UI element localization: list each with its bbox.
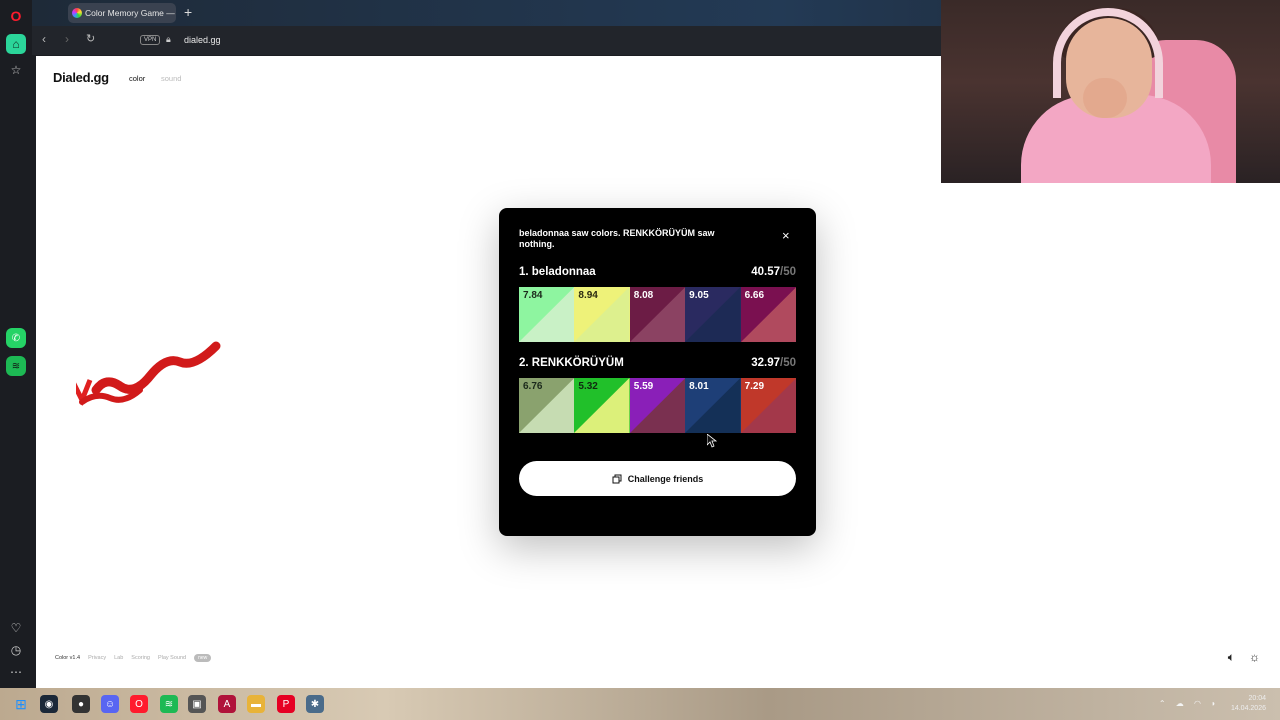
color-swatch: 7.84 — [519, 287, 575, 342]
more-icon[interactable]: ⋯ — [6, 662, 26, 682]
swatch-score: 7.84 — [523, 290, 543, 301]
results-message: beladonnaa saw colors. RENKKÖRÜYÜM saw n… — [519, 228, 715, 249]
home-icon[interactable]: ⌂ — [6, 34, 26, 54]
person-hand — [1083, 78, 1127, 118]
spotify-icon[interactable]: ≋ — [160, 695, 178, 713]
history-icon[interactable]: ◷ — [6, 640, 26, 660]
browser-sidebar: O ⌂ ☆ ✆ ≋ ♡ ◷ ⋯ — [0, 0, 32, 688]
tab-title: Color Memory Game — H — [85, 8, 176, 18]
nav-color-link[interactable]: color — [129, 74, 145, 83]
results-modal: beladonnaa saw colors. RENKKÖRÜYÜM saw n… — [499, 208, 816, 536]
streamer-overlay-logo — [76, 341, 221, 407]
swatch-score: 7.29 — [744, 381, 765, 392]
score-value: 40.57 — [751, 266, 780, 278]
swatch-row: 6.76 5.32 5.59 8.01 7.29 — [519, 378, 796, 433]
color-swatch: 6.76 — [519, 378, 575, 433]
bookmarks-icon[interactable]: ☆ — [6, 60, 26, 80]
player-name: 1. beladonnaa — [519, 266, 596, 278]
page-controls: 🔈︎ ☼ — [1228, 650, 1260, 665]
player-row: 2. RENKKÖRÜYÜM 32.97/50 — [519, 357, 796, 369]
swatch-row: 7.84 8.94 8.08 9.05 6.66 — [519, 287, 796, 342]
score-max: /50 — [780, 266, 796, 278]
footer-lab-link[interactable]: Lab — [114, 655, 123, 661]
discord-icon[interactable]: ☺ — [101, 695, 119, 713]
whatsapp-icon[interactable]: ✆ — [6, 328, 26, 348]
webcam-overlay — [941, 0, 1280, 183]
reload-icon[interactable]: ↻ — [86, 32, 95, 45]
pinterest-icon[interactable]: P — [277, 695, 295, 713]
chevron-right-icon[interactable]: › — [65, 32, 69, 46]
lock-icon[interactable]: 🔒︎ — [166, 34, 171, 45]
player-name: 2. RENKKÖRÜYÜM — [519, 357, 624, 369]
taskbar: ⊞ ◉ ● ☺ O ≋ ▣ A ▬ P ✱ ⌃ ☁ ◠ ◗ 20:04 14.0… — [0, 688, 1280, 720]
screen: O ⌂ ☆ ✆ ≋ ♡ ◷ ⋯ Color Memory Game — H + … — [0, 0, 1280, 720]
score-value: 32.97 — [751, 357, 780, 369]
volume-icon[interactable]: 🔈︎ — [1228, 650, 1235, 665]
copy-icon — [612, 474, 622, 483]
sun-icon[interactable]: ☼ — [1249, 650, 1260, 665]
color-swatch: 7.29 — [740, 378, 796, 433]
color-swatch: 8.94 — [574, 287, 630, 342]
site-logo[interactable]: Dialed.gg — [53, 70, 109, 85]
swatch-score: 5.32 — [578, 381, 598, 392]
footer-version[interactable]: Color v1.4 — [55, 655, 80, 661]
app-icon[interactable]: ▣ — [188, 695, 206, 713]
chevron-left-icon[interactable]: ‹ — [42, 32, 46, 46]
swatch-score: 5.59 — [633, 381, 654, 392]
spotify-icon[interactable]: ≋ — [6, 356, 26, 376]
close-icon[interactable]: × — [782, 228, 790, 243]
clock-date: 14.04.2026 — [1230, 705, 1266, 712]
clock[interactable]: 20:04 14.04.2026 — [1231, 694, 1266, 714]
opera-icon[interactable]: O — [130, 695, 148, 713]
vpn-badge[interactable]: VPN — [140, 35, 161, 45]
footer-play-sound-link[interactable]: Play Sound — [158, 655, 186, 661]
heart-icon[interactable]: ♡ — [6, 618, 26, 638]
player-score: 40.57/50 — [751, 266, 796, 278]
clock-time: 20:04 — [1248, 695, 1266, 702]
browser-tab[interactable]: Color Memory Game — H — [68, 3, 176, 23]
swatch-score: 6.76 — [523, 381, 543, 392]
new-badge: new — [194, 654, 212, 662]
color-swatch: 8.08 — [629, 287, 686, 342]
swatch-score: 8.94 — [578, 290, 598, 301]
color-swatch: 5.59 — [629, 378, 686, 433]
color-swatch: 6.66 — [740, 287, 796, 342]
swatch-score: 8.01 — [689, 381, 709, 392]
color-swatch: 9.05 — [685, 287, 741, 342]
color-swatch: 8.01 — [685, 378, 741, 433]
color-swatch: 5.32 — [574, 378, 630, 433]
swatch-score: 6.66 — [744, 290, 765, 301]
windows-start-icon[interactable]: ⊞ — [12, 695, 30, 713]
mouse-cursor-icon — [707, 434, 717, 448]
url-field[interactable]: dialed.gg — [184, 35, 221, 45]
color-wheel-icon — [72, 8, 82, 18]
adobe-icon[interactable]: A — [218, 695, 236, 713]
footer-privacy-link[interactable]: Privacy — [88, 655, 106, 661]
app-icon[interactable]: ✱ — [306, 695, 324, 713]
folder-icon[interactable]: ▬ — [247, 695, 265, 713]
nav-sound-link[interactable]: sound — [161, 74, 181, 83]
github-icon[interactable]: ● — [72, 695, 90, 713]
player-score: 32.97/50 — [751, 357, 796, 369]
player-row: 1. beladonnaa 40.57/50 — [519, 266, 796, 278]
swatch-score: 9.05 — [689, 290, 709, 301]
opera-logo-icon[interactable]: O — [6, 6, 26, 26]
steam-icon[interactable]: ◉ — [40, 695, 58, 713]
site-footer: Color v1.4 Privacy Lab Scoring Play Soun… — [55, 654, 212, 662]
challenge-label: Challenge friends — [627, 473, 704, 484]
system-tray[interactable]: ⌃ ☁ ◠ ◗ — [1159, 699, 1220, 708]
footer-scoring-link[interactable]: Scoring — [131, 655, 150, 661]
swatch-score: 8.08 — [633, 290, 654, 301]
new-tab-button[interactable]: + — [184, 5, 192, 19]
score-max: /50 — [780, 357, 796, 369]
challenge-friends-button[interactable]: Challenge friends — [519, 461, 796, 496]
